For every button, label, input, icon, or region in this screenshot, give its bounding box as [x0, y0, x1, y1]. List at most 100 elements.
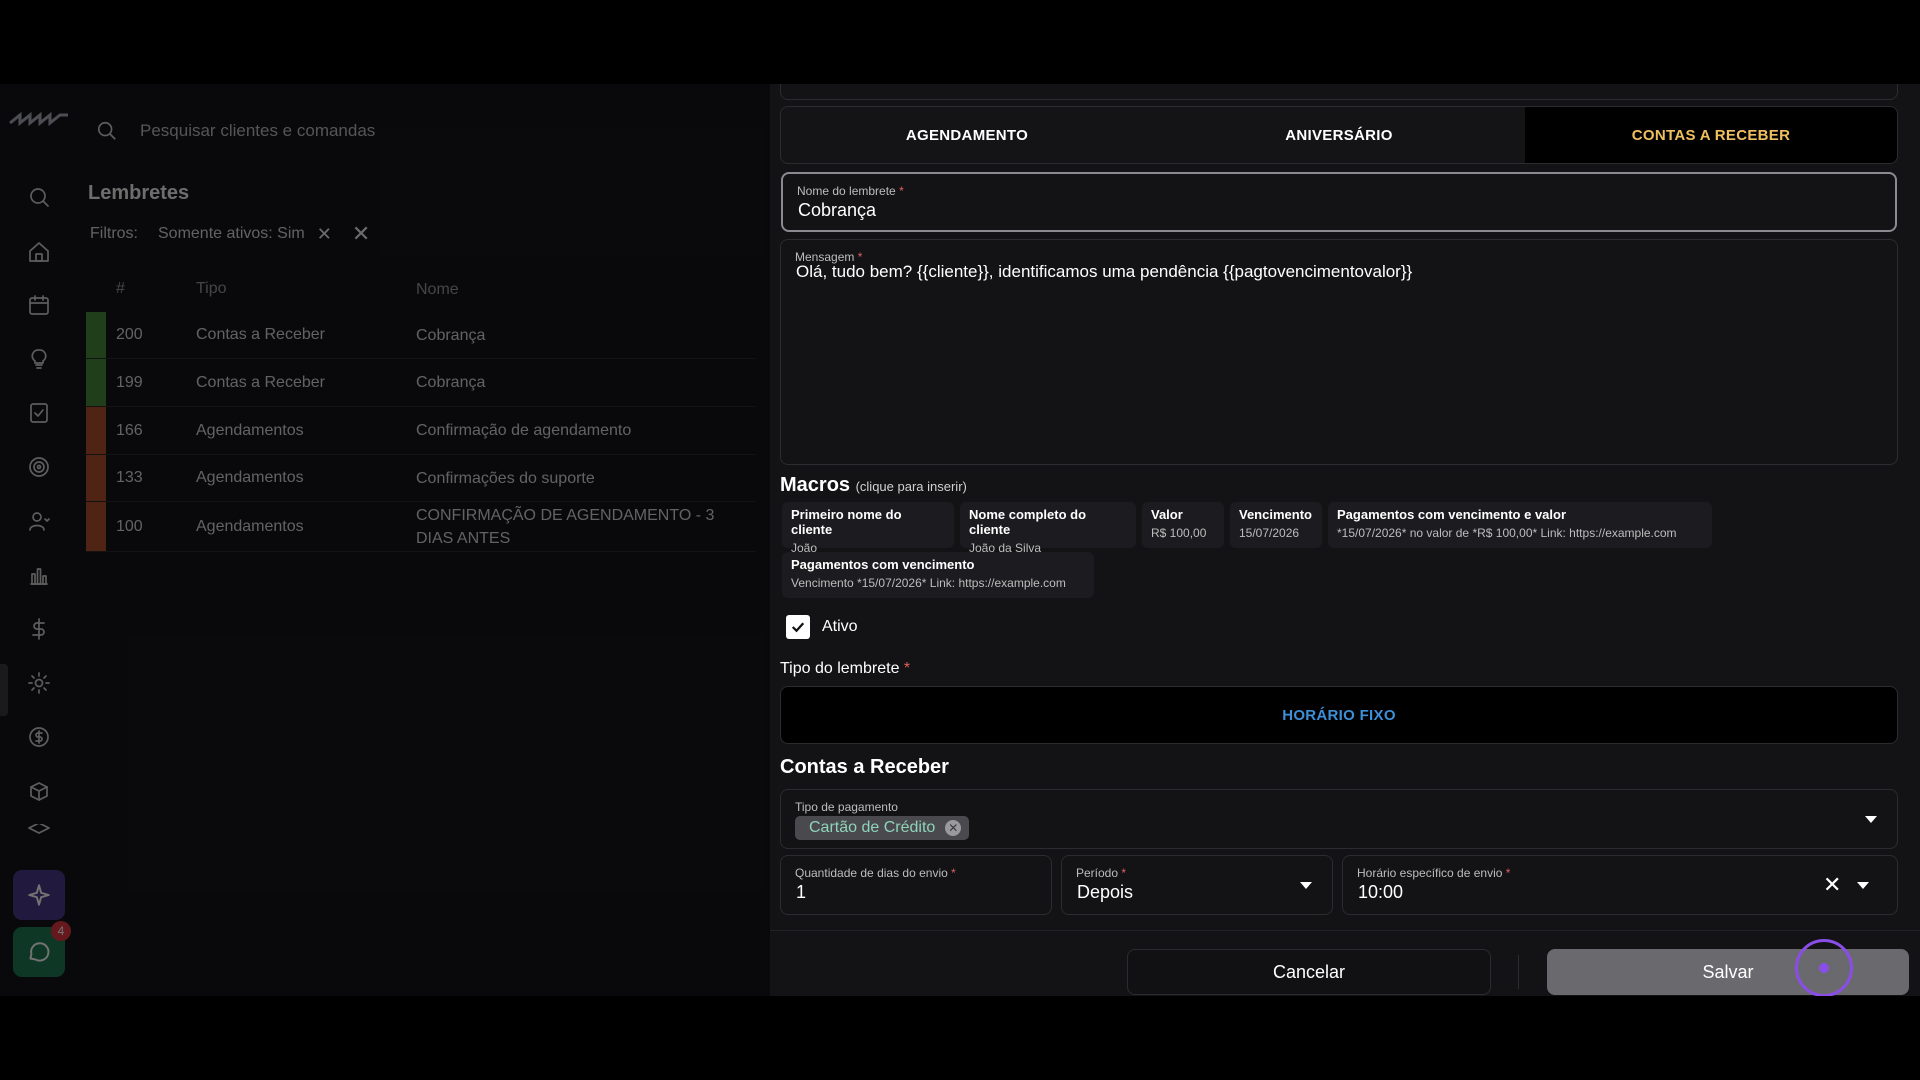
- row-tipo: Agendamentos: [196, 469, 304, 486]
- lightbulb-icon[interactable]: [24, 344, 54, 374]
- footer-divider: [1518, 955, 1519, 989]
- app-frame: 4 Lembretes Filtros: Somente ativos: Sim…: [0, 84, 1920, 996]
- macro-valor[interactable]: Valor R$ 100,00: [1142, 502, 1224, 548]
- row-type-indicator: [86, 407, 106, 454]
- table-row[interactable]: 199 Contas a Receber Cobrança: [86, 359, 756, 407]
- row-nome: Cobrança: [416, 326, 486, 344]
- reminder-modal: AGENDAMENTO ANIVERSÁRIO CONTAS A RECEBER…: [770, 84, 1920, 996]
- background-app: 4 Lembretes Filtros: Somente ativos: Sim…: [0, 84, 770, 996]
- field-label: Período *: [1076, 866, 1127, 880]
- filters-label: Filtros:: [90, 225, 138, 242]
- calendar-icon[interactable]: [24, 290, 54, 320]
- cancel-button[interactable]: Cancelar: [1127, 949, 1491, 995]
- sidebar-rail: 4: [0, 84, 78, 996]
- scrolled-field: [780, 84, 1898, 100]
- mensagem-value: Olá, tudo bem? {{cliente}}, identificamo…: [796, 262, 1413, 281]
- horario-fixo-option[interactable]: HORÁRIO FIXO: [780, 686, 1898, 744]
- macro-nome-completo[interactable]: Nome completo do cliente João da Silva: [960, 502, 1136, 555]
- chevron-down-icon[interactable]: [1857, 882, 1869, 889]
- chat-badge: 4: [51, 921, 71, 941]
- tipo-pagamento-select[interactable]: Tipo de pagamento Cartão de Crédito ✕: [780, 789, 1898, 849]
- ai-sparkle-button[interactable]: [13, 870, 65, 920]
- dollar-icon[interactable]: [24, 614, 54, 644]
- dias-envio-value: 1: [796, 882, 807, 902]
- horario-envio-field[interactable]: Horário específico de envio * 10:00 ✕: [1342, 855, 1898, 915]
- selected-payment-tag: Cartão de Crédito ✕: [795, 816, 970, 840]
- nome-lembrete-field[interactable]: Nome do lembrete * Cobrança: [781, 172, 1897, 232]
- check-icon: [791, 622, 805, 633]
- row-tipo: Contas a Receber: [196, 373, 325, 391]
- ativo-checkbox-row[interactable]: Ativo: [786, 615, 858, 639]
- field-label: Horário específico de envio *: [1357, 866, 1511, 880]
- reminders-table: # Tipo Nome 200 Contas a Receber Cobranç…: [86, 266, 756, 552]
- macro-vencimento[interactable]: Vencimento 15/07/2026: [1230, 502, 1322, 548]
- search-icon: [97, 121, 116, 140]
- contas-section-title: Contas a Receber: [780, 756, 949, 778]
- field-label: Nome do lembrete *: [797, 184, 904, 198]
- bar-chart-icon[interactable]: [24, 560, 54, 590]
- modal-footer: Cancelar Salvar: [770, 930, 1920, 996]
- mensagem-field[interactable]: Mensagem * Olá, tudo bem? {{cliente}}, i…: [780, 239, 1898, 465]
- row-type-indicator: [86, 359, 106, 406]
- row-type-indicator: [86, 312, 106, 358]
- column-header-tipo[interactable]: Tipo: [196, 280, 416, 298]
- filters-bar: Filtros: Somente ativos: Sim ✕ ✕: [90, 221, 370, 247]
- row-nome: Confirmações do suporte: [416, 469, 595, 487]
- search-input[interactable]: [140, 121, 700, 141]
- checklist-icon[interactable]: [24, 398, 54, 428]
- remove-tag-icon[interactable]: ✕: [945, 820, 962, 836]
- chat-button[interactable]: 4: [13, 921, 71, 977]
- row-nome: Cobrança: [416, 374, 486, 391]
- target-icon[interactable]: [24, 452, 54, 482]
- periodo-select[interactable]: Período * Depois: [1061, 855, 1333, 915]
- clear-icon[interactable]: ✕: [1823, 872, 1841, 898]
- table-row[interactable]: 133 Agendamentos Confirmações do suporte: [86, 455, 756, 502]
- user-icon[interactable]: [24, 506, 54, 536]
- ativo-label: Ativo: [822, 618, 858, 635]
- layers-icon[interactable]: [24, 824, 54, 838]
- click-indicator-dot: [1819, 963, 1829, 973]
- save-button[interactable]: Salvar: [1547, 949, 1909, 995]
- macro-primeiro-nome[interactable]: Primeiro nome do cliente João: [782, 502, 954, 555]
- home-icon[interactable]: [24, 237, 54, 267]
- sidebar-active-indicator: [0, 664, 8, 716]
- tab-contas-a-receber[interactable]: CONTAS A RECEBER: [1525, 107, 1897, 163]
- page-title: Lembretes: [88, 182, 190, 204]
- field-label: Tipo de pagamento: [795, 800, 898, 814]
- macros-title: Macros (clique para inserir): [780, 474, 967, 496]
- gear-icon[interactable]: [24, 668, 54, 698]
- dias-envio-field[interactable]: Quantidade de dias do envio * 1: [780, 855, 1052, 915]
- clear-filters-icon[interactable]: ✕: [352, 221, 370, 247]
- chevron-down-icon[interactable]: [1865, 816, 1877, 823]
- filter-chip[interactable]: Somente ativos: Sim ✕: [158, 224, 332, 245]
- ativo-checkbox[interactable]: [786, 615, 810, 639]
- chevron-down-icon[interactable]: [1300, 882, 1312, 889]
- tipo-lembrete-label: Tipo do lembrete *: [780, 660, 911, 677]
- column-header-nome[interactable]: Nome: [416, 278, 746, 301]
- nome-lembrete-value: Cobrança: [798, 200, 877, 220]
- periodo-value: Depois: [1077, 882, 1134, 902]
- macro-pagamentos-vencimento-valor[interactable]: Pagamentos com vencimento e valor *15/07/…: [1328, 502, 1712, 548]
- row-nome: Confirmação de agendamento: [416, 422, 632, 439]
- money-circle-icon[interactable]: [24, 722, 54, 752]
- tab-agendamento[interactable]: AGENDAMENTO: [781, 107, 1153, 163]
- row-nome: CONFIRMAÇÃO DE AGENDAMENTO - 3 DIAS ANTE…: [416, 506, 715, 547]
- macro-pagamentos-vencimento[interactable]: Pagamentos com vencimento Vencimento *15/…: [782, 552, 1094, 598]
- row-type-indicator: [86, 502, 106, 551]
- table-row[interactable]: 200 Contas a Receber Cobrança: [86, 312, 756, 359]
- box-icon[interactable]: [24, 776, 54, 806]
- row-tipo: Agendamentos: [196, 517, 304, 535]
- table-row[interactable]: 166 Agendamentos Confirmação de agendame…: [86, 407, 756, 455]
- row-tipo: Agendamentos: [196, 421, 304, 439]
- close-icon[interactable]: ✕: [317, 224, 332, 245]
- table-header: # Tipo Nome: [86, 266, 756, 312]
- search-icon[interactable]: [24, 182, 54, 212]
- payment-tag-label: Cartão de Crédito: [809, 819, 936, 836]
- brand-logo-icon: [9, 112, 68, 126]
- tab-aniversario[interactable]: ANIVERSÁRIO: [1153, 107, 1525, 163]
- filter-chip-label: Somente ativos: Sim: [158, 225, 305, 242]
- global-search: [96, 114, 756, 148]
- table-row[interactable]: 100 Agendamentos CONFIRMAÇÃO DE AGENDAME…: [86, 502, 756, 552]
- reminder-type-tabs: AGENDAMENTO ANIVERSÁRIO CONTAS A RECEBER: [780, 106, 1898, 164]
- column-header-id[interactable]: #: [86, 280, 196, 298]
